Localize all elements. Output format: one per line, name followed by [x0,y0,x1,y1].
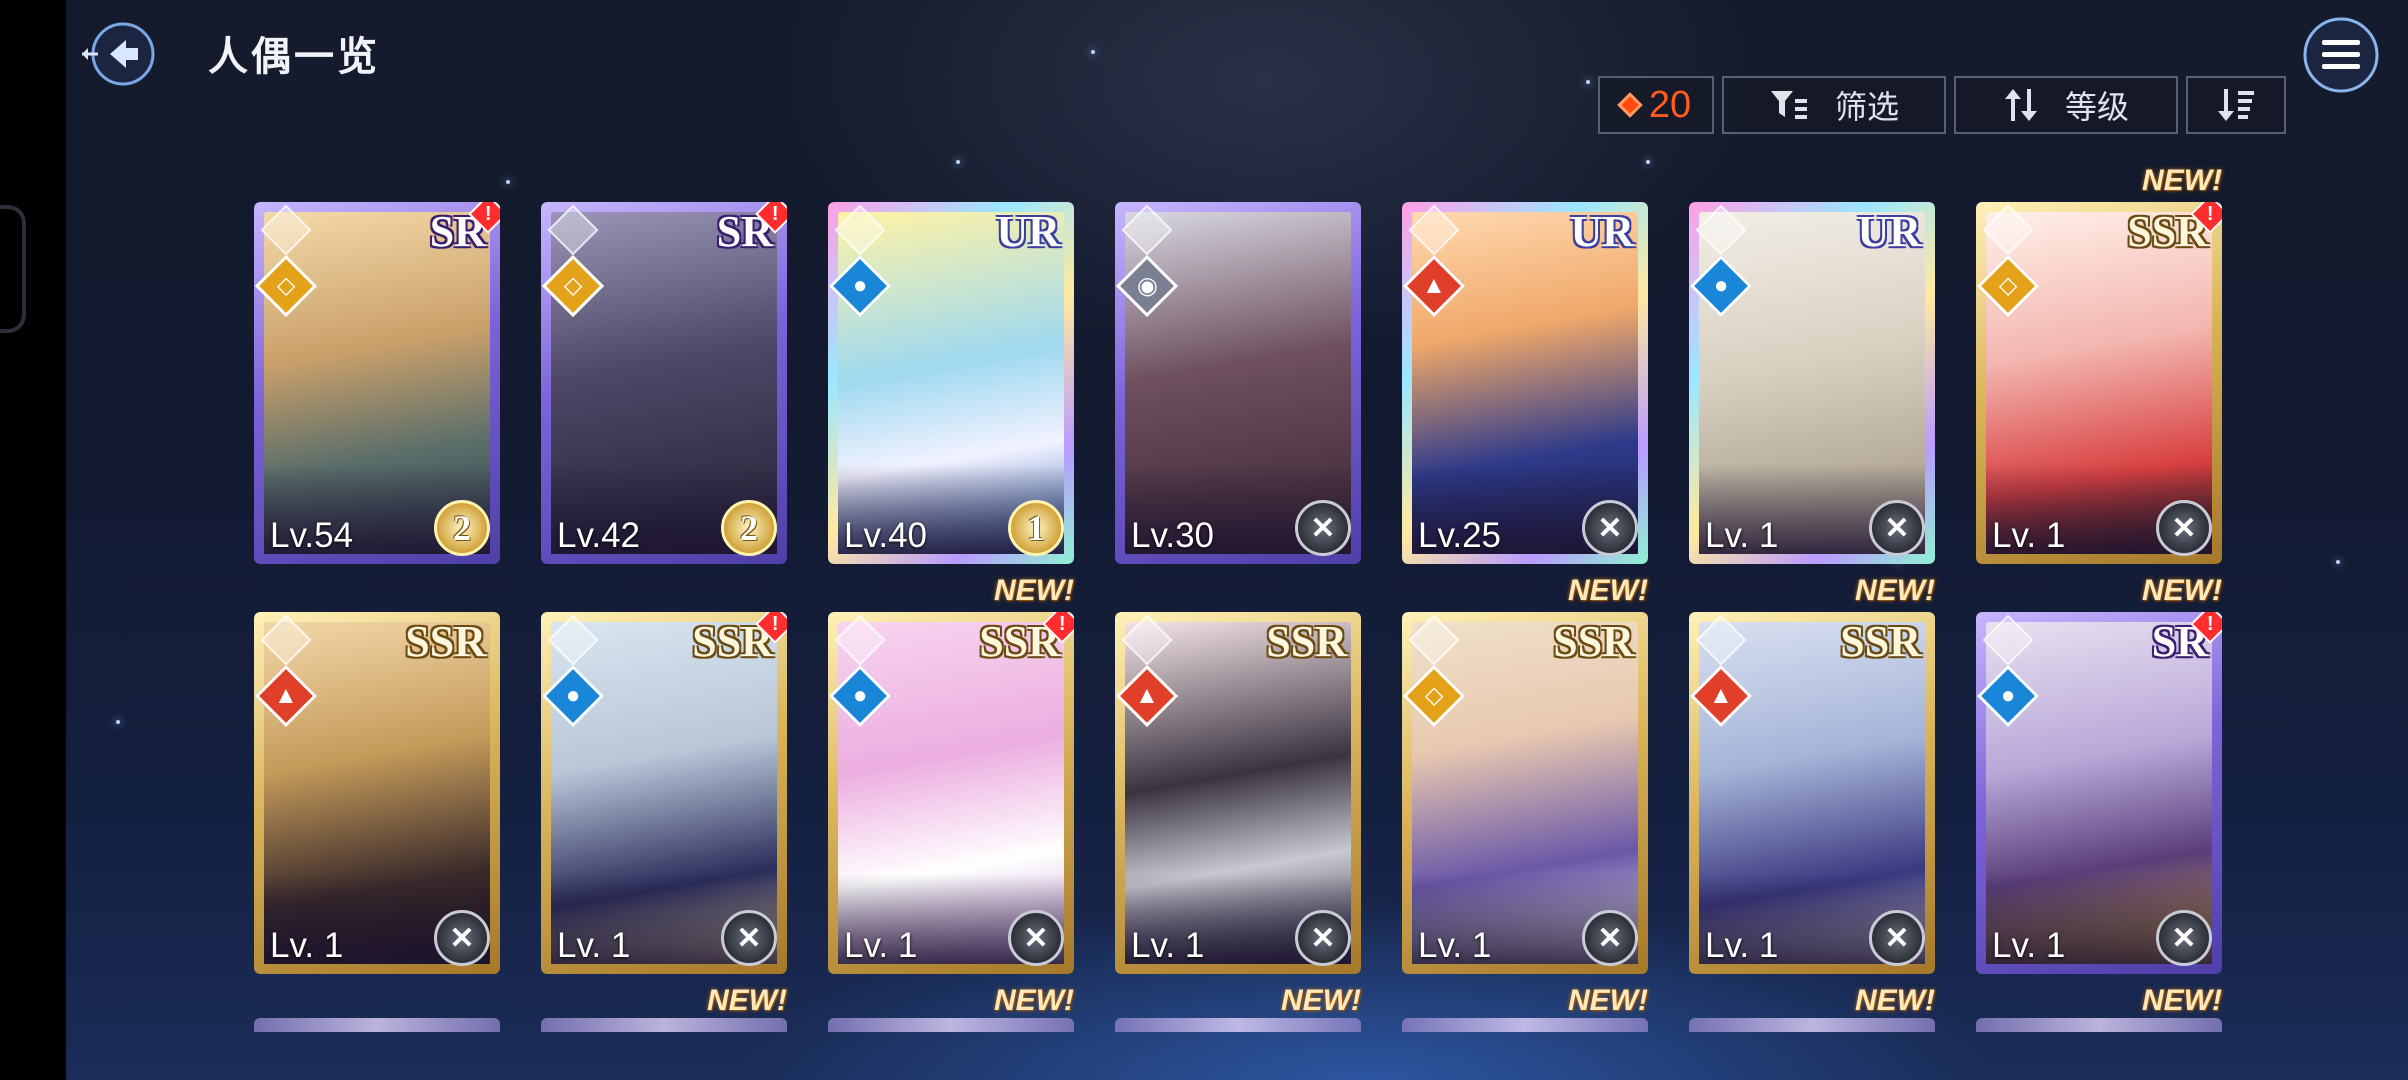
doll-card[interactable]: ▲ SSR Lv. 1 ✕ [254,612,500,974]
menu-button[interactable] [2300,14,2382,96]
locked-emblem-icon: ✕ [1869,910,1925,966]
background-star [2336,560,2340,564]
sort-order-button[interactable] [2186,76,2286,134]
rank-emblem: 2 [434,500,490,556]
background-star [1646,160,1650,164]
filter-label: 筛选 [1834,89,1899,125]
doll-card[interactable]: ● SSR! Lv. 1 ✕ [541,612,787,974]
doll-card[interactable]: ● UR Lv. 1 ✕ [1689,202,1935,564]
doll-card[interactable]: ◉ Lv.30 ✕ [1115,202,1361,564]
card-level: Lv. 1 [844,926,918,965]
new-tag: NEW! [1855,574,1935,607]
locked-emblem-icon: ✕ [2156,500,2212,556]
card-level: Lv. 1 [1992,516,2066,555]
card-level: Lv.25 [1418,516,1502,555]
doll-card-peek[interactable] [541,1018,787,1032]
rank-emblem: 1 [1008,500,1064,556]
new-tag: NEW! [2142,164,2222,197]
new-tag: NEW! [1568,984,1648,1017]
doll-card-peek[interactable] [254,1018,500,1032]
sort-order-icon [2218,89,2254,121]
background-star [116,720,120,724]
doll-list-screen: 人偶一览 20 筛选 等级 ◇ SR ! Lv.54 2 ◇ SR ! Lv.4… [66,0,2408,1080]
card-level: Lv. 1 [1705,516,1779,555]
sort-level-button[interactable]: 等级 [1954,76,2178,134]
bezel-notch [0,205,26,333]
left-bezel [0,0,66,1080]
card-level: Lv. 1 [1992,926,2066,965]
doll-card-peek[interactable] [1689,1018,1935,1032]
locked-emblem-icon: ✕ [1582,500,1638,556]
doll-card[interactable]: ▲ UR Lv.25 ✕ [1402,202,1648,564]
locked-emblem-icon: ✕ [1008,910,1064,966]
card-level: Lv.42 [557,516,641,555]
background-star [1091,50,1095,54]
locked-emblem-icon: ✕ [1582,910,1638,966]
new-tag: NEW! [2142,574,2222,607]
card-level: Lv.54 [270,516,354,555]
doll-card[interactable]: ◇ SR! Lv.42 2 [541,202,787,564]
rank-emblem: 2 [721,500,777,556]
rarity-badge: UR [996,207,1060,256]
doll-card-peek[interactable] [1402,1018,1648,1032]
sort-label: 等级 [2064,89,2129,125]
new-tag: NEW! [707,984,787,1017]
doll-card[interactable]: ● SR! Lv. 1 ✕ [1976,612,2222,974]
card-level: Lv.40 [844,516,928,555]
doll-card[interactable]: ◇ SR! Lv.54 2 [254,202,500,564]
locked-emblem-icon: ✕ [721,910,777,966]
back-arrow-icon [82,22,155,86]
doll-card-peek[interactable] [1976,1018,2222,1032]
doll-card-peek[interactable] [1115,1018,1361,1032]
list-toolbar: 20 筛选 等级 [1598,76,2286,138]
card-level: Lv. 1 [557,926,631,965]
doll-card-peek[interactable] [828,1018,1074,1032]
rarity-badge: SSR [1553,617,1634,666]
locked-emblem-icon: ✕ [2156,910,2212,966]
new-tag: NEW! [2142,984,2222,1017]
rarity-badge: SSR [1266,617,1347,666]
locked-emblem-icon: ✕ [1869,500,1925,556]
rarity-badge: UR [1570,207,1634,256]
new-tag: NEW! [1568,574,1648,607]
doll-card[interactable]: ▲ SSR Lv. 1 ✕ [1115,612,1361,974]
doll-card[interactable]: ● SSR! Lv. 1 ✕ [828,612,1074,974]
background-star [1586,80,1590,84]
locked-emblem-icon: ✕ [1295,500,1351,556]
doll-count-badge: 20 [1598,76,1714,134]
rarity-badge: SSR [405,617,486,666]
rarity-badge: SSR [1840,617,1921,666]
rarity-badge: UR [1857,207,1921,256]
card-level: Lv. 1 [1705,926,1779,965]
diamond-icon [1617,92,1643,118]
background-star [506,180,510,184]
background-star [956,160,960,164]
card-level: Lv. 1 [1131,926,1205,965]
page-title: 人偶一览 [208,35,380,79]
doll-card[interactable]: ● UR Lv.40 1 [828,202,1074,564]
card-level: Lv. 1 [270,926,344,965]
locked-emblem-icon: ✕ [1295,910,1351,966]
doll-card[interactable]: ▲ SSR Lv. 1 ✕ [1689,612,1935,974]
doll-count: 20 [1648,83,1692,126]
new-tag: NEW! [1281,984,1361,1017]
sort-arrows-icon [2004,89,2037,121]
card-level: Lv. 1 [1418,926,1492,965]
hamburger-menu-icon [2303,17,2379,93]
doll-card[interactable]: ◇ SSR! Lv. 1 ✕ [1976,202,2222,564]
locked-emblem-icon: ✕ [434,910,490,966]
card-level: Lv.30 [1131,516,1215,555]
new-tag: NEW! [1855,984,1935,1017]
filter-button[interactable]: 筛选 [1722,76,1946,134]
new-tag: NEW! [994,574,1074,607]
doll-card[interactable]: ◇ SSR Lv. 1 ✕ [1402,612,1648,974]
filter-icon [1770,91,1807,119]
back-button[interactable] [80,14,166,94]
new-tag: NEW! [994,984,1074,1017]
